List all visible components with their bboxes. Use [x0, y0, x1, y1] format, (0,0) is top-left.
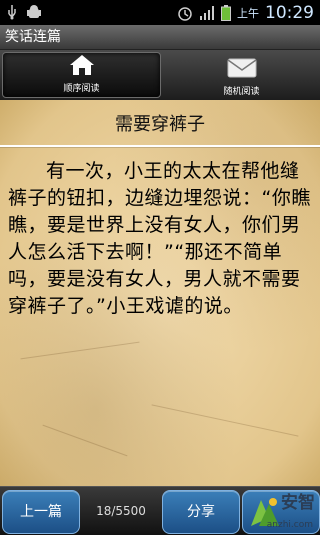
anzhi-logo: 安智 anzhi.com	[243, 491, 319, 533]
tab-random-reading[interactable]: 随机阅读	[163, 50, 320, 100]
logo-subtext: anzhi.com	[266, 520, 313, 530]
status-bar: 上午 10:29	[0, 0, 320, 25]
app-title: 笑话连篇	[0, 25, 320, 50]
status-clock: 10:29	[265, 3, 314, 23]
share-button[interactable]: 分享	[162, 490, 240, 534]
parchment-texture	[151, 404, 299, 437]
tab-label: 顺序阅读	[63, 84, 100, 94]
parchment-texture	[20, 341, 140, 360]
home-icon	[69, 54, 95, 79]
signal-icon	[199, 5, 215, 21]
title-divider	[0, 145, 320, 147]
parchment-texture	[42, 424, 128, 457]
battery-icon	[221, 5, 231, 21]
android-debug-icon	[26, 4, 42, 20]
page-counter: 18/5500	[96, 504, 146, 518]
usb-icon	[6, 4, 18, 20]
article-title: 需要穿裤子	[115, 114, 205, 135]
article-body[interactable]: 有一次，小王的太太在帮他缝裤子的钮扣，边缝边埋怨说：“你瞧瞧，要是世界上没有女人…	[8, 158, 312, 320]
bottom-toolbar: 上一篇 18/5500 分享 安智 anzhi.com	[0, 486, 320, 535]
next-button[interactable]: 安智 anzhi.com	[242, 490, 320, 534]
article-panel: 需要穿裤子 有一次，小王的太太在帮他缝裤子的钮扣，边缝边埋怨说：“你瞧瞧，要是世…	[0, 100, 320, 486]
logo-text: 安智	[281, 493, 315, 513]
mail-icon	[227, 57, 257, 82]
previous-button[interactable]: 上一篇	[2, 490, 80, 534]
status-ampm: 上午	[237, 7, 259, 20]
tab-bar: 顺序阅读 随机阅读	[0, 50, 320, 100]
tab-sequential-reading[interactable]: 顺序阅读	[2, 52, 161, 98]
tab-label: 随机阅读	[223, 87, 260, 97]
alarm-icon	[177, 5, 193, 21]
